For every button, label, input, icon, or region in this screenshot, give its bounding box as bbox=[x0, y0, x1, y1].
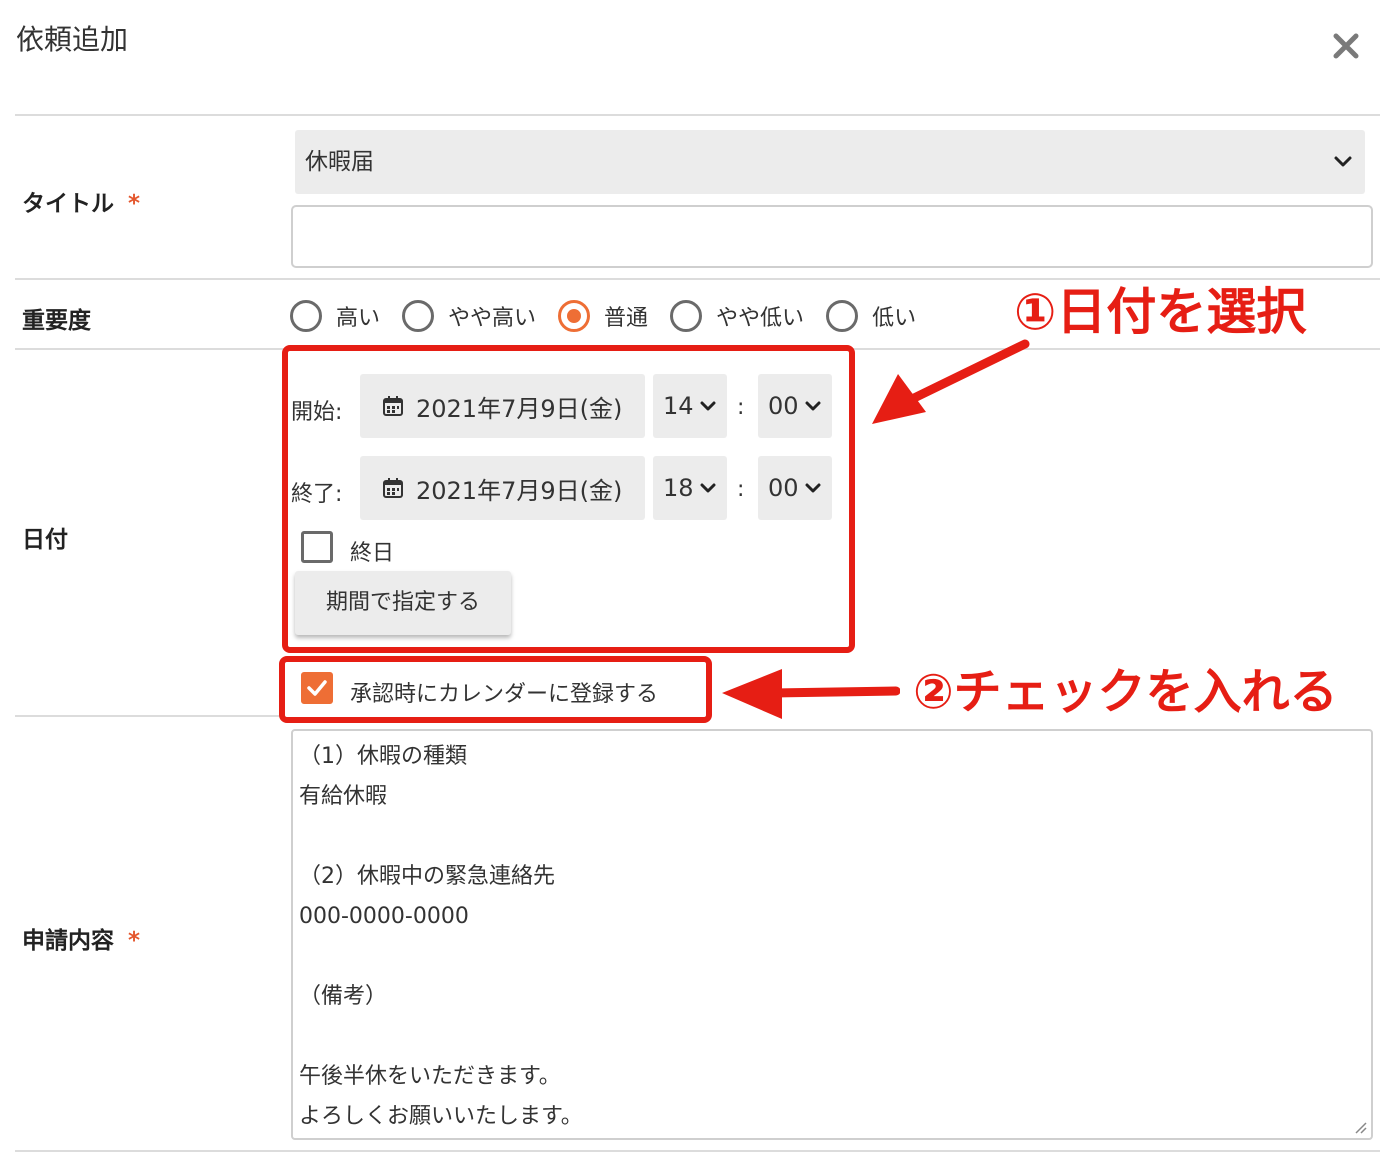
annotation-step1: ①日付を選択 bbox=[1014, 283, 1307, 341]
content-line bbox=[299, 937, 1365, 977]
annotation-box-date bbox=[282, 345, 855, 653]
divider bbox=[15, 715, 279, 717]
arrow-icon bbox=[722, 669, 900, 719]
arrow-icon bbox=[872, 339, 1030, 424]
content-line: （2）休暇中の緊急連絡先 bbox=[299, 864, 555, 889]
radio-button[interactable] bbox=[670, 300, 703, 332]
priority-option-normal[interactable]: 普通 bbox=[558, 300, 648, 332]
priority-label: 重要度 bbox=[22, 308, 91, 334]
priority-option-high[interactable]: 高い bbox=[290, 300, 380, 332]
annotation-box-check bbox=[279, 656, 712, 723]
content-line: 000-0000-0000 bbox=[299, 904, 469, 929]
divider bbox=[15, 114, 1380, 116]
priority-option-low[interactable]: 低い bbox=[826, 300, 916, 332]
radio-label: やや低い bbox=[716, 306, 805, 331]
content-line: 午後半休をいただきます。 bbox=[299, 1064, 561, 1089]
content-line: （備考） bbox=[299, 984, 388, 1009]
modal-title: 依頼追加 bbox=[16, 23, 129, 56]
radio-label: 高い bbox=[336, 306, 381, 331]
radio-button[interactable] bbox=[826, 300, 859, 332]
content-line bbox=[299, 1017, 1365, 1057]
radio-label: 低い bbox=[872, 306, 917, 331]
content-line: （1）休暇の種類 bbox=[299, 744, 467, 769]
date-row-label: 日付 bbox=[22, 527, 68, 553]
content-line: 有給休暇 bbox=[299, 784, 388, 809]
annotation-step2: ②チェックを入れる bbox=[913, 664, 1338, 720]
title-label: タイトル * bbox=[22, 191, 141, 217]
template-select[interactable]: 休暇届 bbox=[295, 130, 1365, 194]
content-label: 申請内容 * bbox=[22, 928, 141, 954]
radio-label: 普通 bbox=[604, 306, 649, 331]
priority-option-somewhat-low[interactable]: やや低い bbox=[670, 300, 804, 332]
required-mark: * bbox=[128, 191, 141, 217]
chevron-down-icon bbox=[1334, 156, 1352, 167]
priority-option-somewhat-high[interactable]: やや高い bbox=[402, 300, 536, 332]
template-select-value: 休暇届 bbox=[305, 149, 374, 175]
radio-label: やや高い bbox=[448, 306, 537, 331]
priority-radio-group: 高い やや高い 普通 やや低い 低い bbox=[290, 296, 938, 336]
content-line: よろしくお願いいたします。 bbox=[299, 1104, 583, 1129]
title-input[interactable] bbox=[291, 205, 1373, 268]
required-mark: * bbox=[128, 928, 141, 954]
radio-button[interactable] bbox=[290, 300, 322, 332]
close-icon[interactable] bbox=[1328, 28, 1364, 64]
divider bbox=[15, 1150, 1380, 1152]
radio-button-selected[interactable] bbox=[558, 300, 591, 332]
resize-handle-icon[interactable] bbox=[1353, 1120, 1367, 1134]
content-textarea[interactable]: （1）休暇の種類 有給休暇 （2）休暇中の緊急連絡先 000-0000-0000… bbox=[291, 729, 1373, 1140]
radio-button[interactable] bbox=[402, 300, 435, 332]
content-line bbox=[299, 817, 1365, 857]
